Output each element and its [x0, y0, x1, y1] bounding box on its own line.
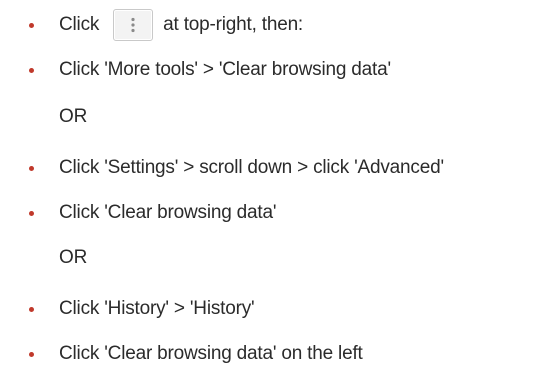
or-text: OR: [59, 247, 88, 268]
bullet-marker: [29, 306, 34, 312]
bullet-marker: [29, 210, 34, 216]
list-item-text: Click 'Settings' > scroll down > click '…: [59, 157, 444, 178]
list-item-text: Click 'History' > 'History': [59, 298, 255, 319]
list-item-text: Click at top-right, then:: [59, 9, 303, 41]
bullet-marker: [29, 165, 34, 171]
list-item-text: Click 'Clear browsing data' on the left: [59, 343, 363, 364]
bullet-marker: [29, 351, 34, 357]
step-text-after: at top-right, then:: [163, 14, 304, 35]
list-item-text: Click 'More tools' > 'Clear browsing dat…: [59, 59, 391, 80]
instruction-list: Click at top-right, then: Click 'More to…: [0, 0, 556, 383]
bullet-marker: [29, 22, 34, 28]
bullet-marker: [29, 67, 34, 73]
list-item-text: Click 'Clear browsing data': [59, 202, 277, 223]
step-text-before: Click: [59, 14, 100, 35]
or-text: OR: [59, 106, 88, 127]
vertical-dots-menu-icon: [113, 9, 154, 41]
